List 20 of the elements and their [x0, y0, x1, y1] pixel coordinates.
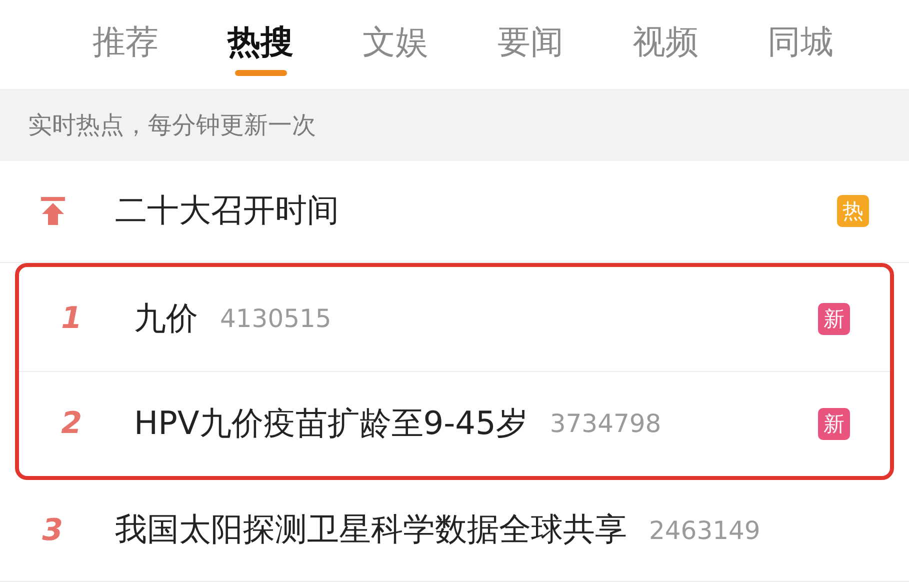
tag-badge: 热 — [837, 195, 869, 228]
item-title: 二十大召开时间 — [115, 190, 339, 232]
rank-number: 1 — [61, 301, 82, 336]
view-count: 2463149 — [649, 516, 760, 545]
view-count: 3734798 — [550, 409, 662, 438]
view-count: 4130515 — [220, 304, 332, 334]
item-title: 九价 — [134, 298, 198, 339]
pin-top-icon — [40, 196, 66, 226]
update-notice: 实时热点，每分钟更新一次 — [28, 110, 316, 141]
tag-badge: 新 — [818, 408, 850, 440]
hot-search-item[interactable]: 2 HPV九价疫苗扩龄至9-45岁 3734798 新 — [19, 372, 890, 476]
item-title: HPV九价疫苗扩龄至9-45岁 — [134, 402, 528, 444]
rank-number: 3 — [42, 512, 63, 548]
hot-search-item[interactable]: 二十大召开时间 热 — [0, 160, 909, 263]
item-title: 我国太阳探测卫星科学数据全球共享 — [115, 509, 627, 550]
hot-search-item[interactable]: 1 九价 4130515 新 — [19, 266, 890, 372]
rank-number: 2 — [61, 406, 82, 442]
category-tab[interactable]: 热搜 — [193, 0, 328, 90]
hot-search-item[interactable]: 3 我国太阳探测卫星科学数据全球共享 2463149 — [0, 480, 909, 582]
tag-badge: 新 — [818, 302, 850, 335]
